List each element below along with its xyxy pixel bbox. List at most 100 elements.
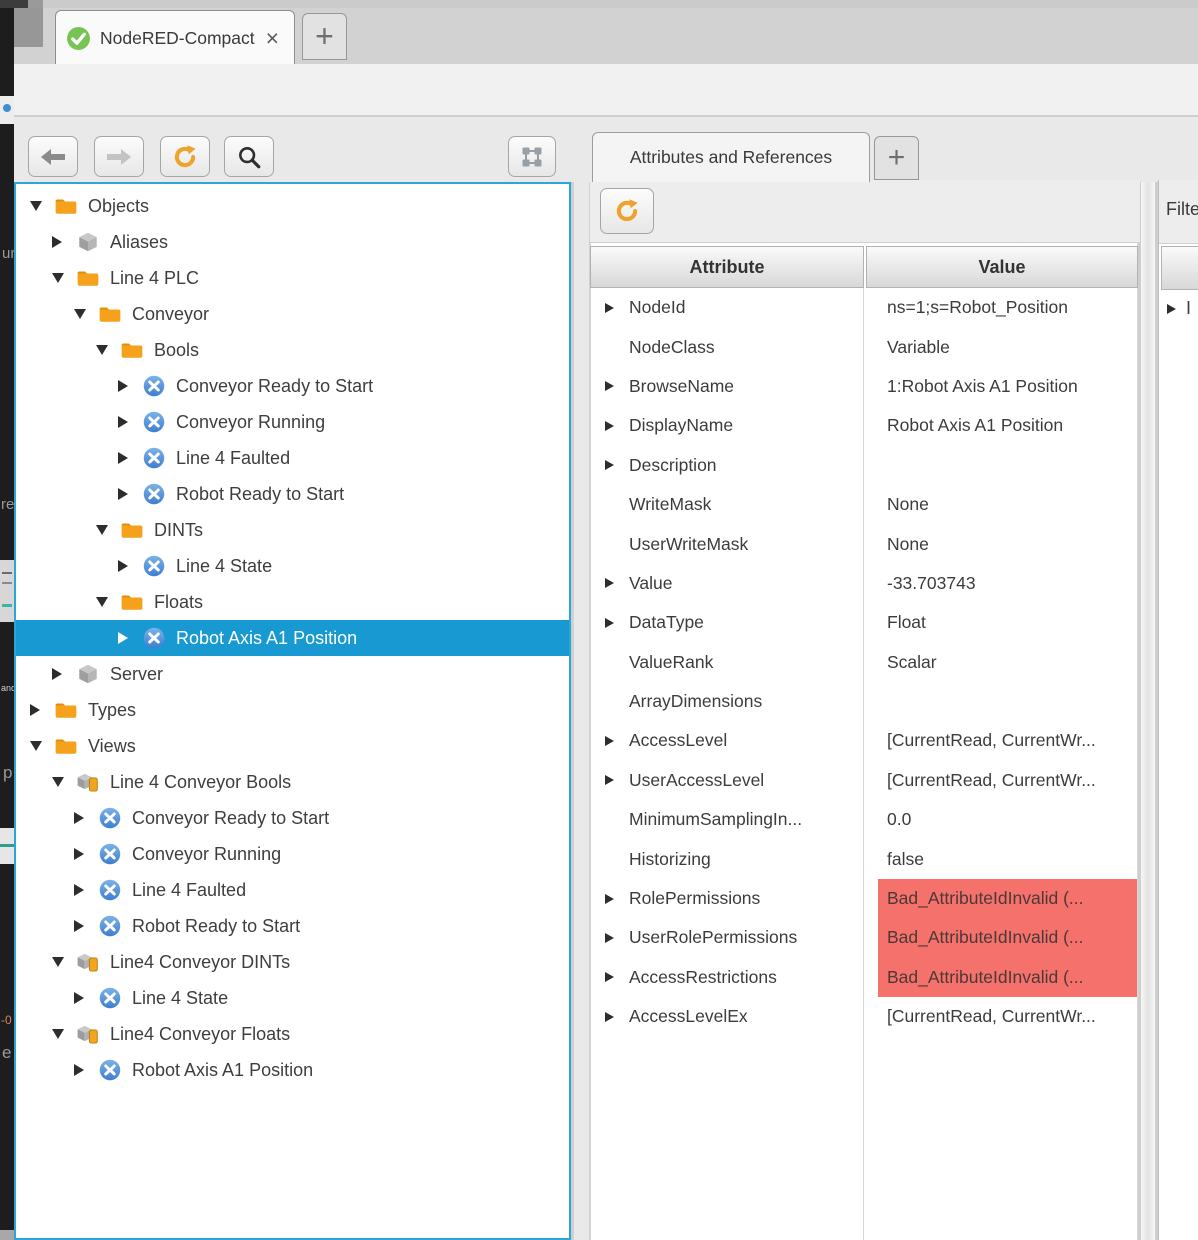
tree-item[interactable]: Robot Axis A1 Position [16, 1052, 569, 1088]
expand-arrow-icon[interactable] [74, 884, 91, 896]
collapse-arrow-icon[interactable] [30, 201, 47, 211]
tree-item[interactable]: Line4 Conveyor Floats [16, 1016, 569, 1052]
expand-arrow-icon[interactable] [74, 1064, 91, 1076]
collapse-arrow-icon[interactable] [96, 597, 113, 607]
tree-item[interactable]: Line 4 State [16, 548, 569, 584]
expand-arrow-icon[interactable] [74, 992, 91, 1004]
tree-item[interactable]: Conveyor Ready to Start [16, 800, 569, 836]
expand-arrow-icon[interactable] [74, 812, 91, 824]
attribute-name-cell: Historizing [591, 839, 877, 878]
collapse-arrow-icon[interactable] [52, 1029, 69, 1039]
tree-item[interactable]: Line 4 Conveyor Bools [16, 764, 569, 800]
refresh-attributes-button[interactable] [600, 188, 654, 234]
expand-arrow-icon[interactable] [605, 775, 620, 785]
attribute-row[interactable]: RolePermissionsBad_AttributeIdInvalid (.… [591, 879, 1137, 918]
attribute-row[interactable]: UserWriteMaskNone [591, 524, 1137, 563]
attribute-row[interactable]: Value-33.703743 [591, 564, 1137, 603]
tree-item[interactable]: Robot Ready to Start [16, 908, 569, 944]
tree-item[interactable]: Line 4 Faulted [16, 440, 569, 476]
reference-row[interactable]: I [1167, 298, 1191, 319]
collapse-arrow-icon[interactable] [96, 525, 113, 535]
tab-nodered-compact[interactable]: NodeRED-Compact × [55, 10, 295, 66]
expand-arrow-icon[interactable] [118, 452, 135, 464]
attribute-row[interactable]: AccessLevelEx[CurrentRead, CurrentWr... [591, 997, 1137, 1036]
expand-arrow-icon[interactable] [118, 380, 135, 392]
tree-item[interactable]: Line 4 Faulted [16, 872, 569, 908]
expand-arrow-icon[interactable] [605, 303, 620, 313]
tab-attributes-and-references[interactable]: Attributes and References [592, 132, 870, 182]
tree-item[interactable]: Line 4 PLC [16, 260, 569, 296]
attribute-row[interactable]: AccessRestrictionsBad_AttributeIdInvalid… [591, 958, 1137, 997]
forward-button[interactable] [94, 136, 144, 177]
tree-item[interactable]: Bools [16, 332, 569, 368]
attributes-scrollbar[interactable] [1140, 182, 1156, 1240]
tree-item[interactable]: Robot Axis A1 Position [16, 620, 569, 656]
expand-arrow-icon[interactable] [30, 704, 47, 716]
expand-arrow-icon[interactable] [605, 736, 620, 746]
tree-item[interactable]: Conveyor Running [16, 836, 569, 872]
expand-arrow-icon[interactable] [605, 578, 620, 588]
attribute-row[interactable]: WriteMaskNone [591, 485, 1137, 524]
tree-item[interactable]: Conveyor Ready to Start [16, 368, 569, 404]
tree-item[interactable]: Types [16, 692, 569, 728]
expand-arrow-icon[interactable] [605, 894, 620, 904]
tree-item[interactable]: Objects [16, 188, 569, 224]
panel-splitter[interactable] [573, 182, 590, 1240]
expand-arrow-icon[interactable] [118, 416, 135, 428]
attribute-row[interactable]: NodeClassVariable [591, 327, 1137, 366]
attribute-row[interactable]: UserRolePermissionsBad_AttributeIdInvali… [591, 918, 1137, 957]
tree-item[interactable]: Server [16, 656, 569, 692]
collapse-arrow-icon[interactable] [52, 777, 69, 787]
expand-arrow-icon[interactable] [118, 488, 135, 500]
expand-arrow-icon[interactable] [74, 920, 91, 932]
expand-arrow-icon[interactable] [605, 618, 620, 628]
tree-item[interactable]: Views [16, 728, 569, 764]
tree-item[interactable]: Floats [16, 584, 569, 620]
back-button[interactable] [28, 136, 78, 177]
expand-arrow-icon[interactable] [605, 460, 620, 470]
expand-arrow-icon[interactable] [605, 381, 620, 391]
refresh-tree-button[interactable] [160, 136, 210, 177]
collapse-arrow-icon[interactable] [74, 309, 91, 319]
tree-item[interactable]: Line 4 State [16, 980, 569, 1016]
expand-arrow-icon[interactable] [52, 236, 69, 248]
column-header-attribute[interactable]: Attribute [590, 246, 864, 288]
search-button[interactable] [224, 136, 274, 177]
expand-arrow-icon[interactable] [118, 560, 135, 572]
tree-item[interactable]: Conveyor [16, 296, 569, 332]
collapse-arrow-icon[interactable] [30, 741, 47, 751]
expand-arrow-icon[interactable] [52, 668, 69, 680]
attribute-row[interactable]: UserAccessLevel[CurrentRead, CurrentWr..… [591, 761, 1137, 800]
attribute-row[interactable]: DisplayNameRobot Axis A1 Position [591, 406, 1137, 445]
tab-close-icon[interactable]: × [266, 27, 279, 50]
expand-arrow-icon[interactable] [1167, 304, 1176, 314]
attribute-row[interactable]: NodeIdns=1;s=Robot_Position [591, 288, 1137, 327]
collapse-arrow-icon[interactable] [52, 957, 69, 967]
attribute-row[interactable]: Historizingfalse [591, 839, 1137, 878]
expand-arrow-icon[interactable] [74, 848, 91, 860]
new-connection-tab-button[interactable]: + [302, 13, 347, 60]
attribute-row[interactable]: Description [591, 446, 1137, 485]
tree-item[interactable]: Conveyor Running [16, 404, 569, 440]
search-icon [236, 144, 262, 170]
attribute-row[interactable]: ValueRankScalar [591, 643, 1137, 682]
expand-arrow-icon[interactable] [605, 1012, 620, 1022]
collapse-arrow-icon[interactable] [52, 273, 69, 283]
expand-arrow-icon[interactable] [605, 972, 620, 982]
attribute-row[interactable]: AccessLevel[CurrentRead, CurrentWr... [591, 721, 1137, 760]
new-view-tab-button[interactable]: + [874, 136, 919, 180]
attribute-row[interactable]: BrowseName1:Robot Axis A1 Position [591, 367, 1137, 406]
tree-item[interactable]: Aliases [16, 224, 569, 260]
expand-view-button[interactable] [508, 136, 556, 177]
attribute-row[interactable]: MinimumSamplingIn...0.0 [591, 800, 1137, 839]
tree-item[interactable]: Line4 Conveyor DINTs [16, 944, 569, 980]
expand-arrow-icon[interactable] [605, 933, 620, 943]
attribute-row[interactable]: ArrayDimensions [591, 682, 1137, 721]
tree-item[interactable]: Robot Ready to Start [16, 476, 569, 512]
column-header-value[interactable]: Value [866, 246, 1138, 288]
expand-arrow-icon[interactable] [605, 421, 620, 431]
collapse-arrow-icon[interactable] [96, 345, 113, 355]
attribute-row[interactable]: DataTypeFloat [591, 603, 1137, 642]
tree-item[interactable]: DINTs [16, 512, 569, 548]
expand-arrow-icon[interactable] [118, 632, 135, 644]
